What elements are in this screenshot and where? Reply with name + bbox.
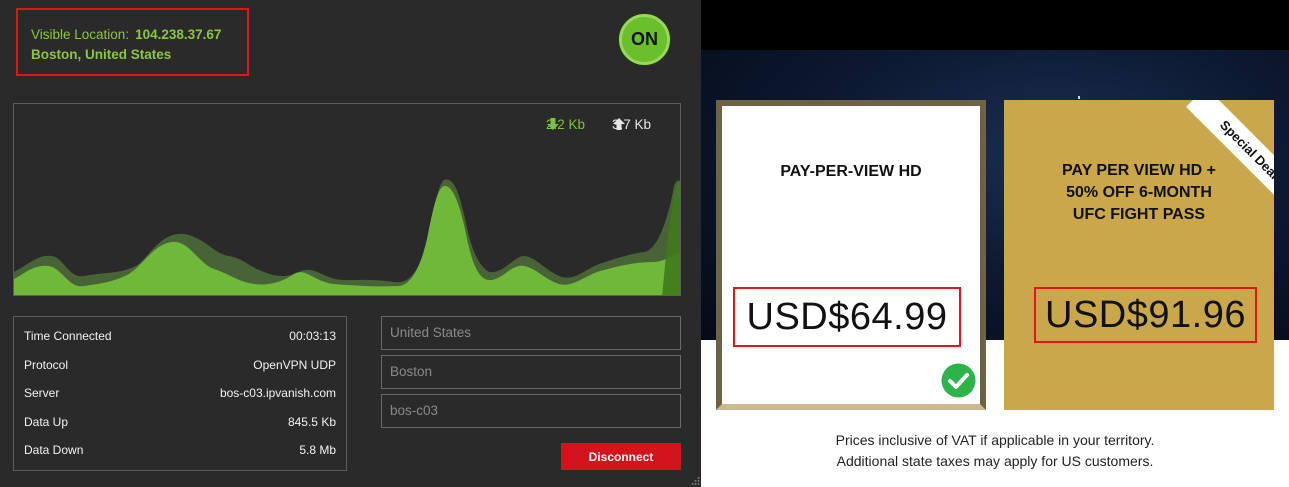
pricing-card-price: USD$91.96 [1034,287,1257,343]
visible-location-line: Visible Location: 104.238.37.67 [31,27,221,42]
price-note-vat: Prices inclusive of VAT if applicable in… [835,432,1155,448]
country-select[interactable]: United States [381,316,681,350]
resize-grip-icon[interactable] [690,476,700,486]
stat-value: 00:03:13 [289,329,336,343]
disconnect-button[interactable]: Disconnect [561,443,681,470]
traffic-graph-chart [14,179,680,295]
price-note-tax: Additional state taxes may apply for US … [836,453,1154,469]
upload-rate: 3.7 Kb [612,117,651,132]
city-select[interactable]: Boston [381,355,681,389]
connection-stats: Time Connected 00:03:13 Protocol OpenVPN… [13,316,347,471]
traffic-graph: 2.2 Kb 3.7 Kb [13,103,681,296]
stat-label: Protocol [24,358,69,372]
selected-check-icon [941,363,976,398]
pricing-card-ppv-hd[interactable]: PAY-PER-VIEW HD USD$64.99 [716,100,986,410]
pricing-card-title-line: 50% OFF 6-MONTH [1066,184,1212,201]
store-header-bar [701,0,1289,50]
pricing-card-title-line: PAY PER VIEW HD + [1062,162,1216,179]
stat-row: Time Connected 00:03:13 [24,329,336,343]
connection-toggle-button[interactable]: ON [619,14,670,65]
stat-value: 845.5 Kb [287,415,336,429]
download-rate: 2.2 Kb [546,117,585,132]
pricing-card-price: USD$64.99 [733,287,961,347]
visible-location-place: Boston, United States [31,47,172,62]
stat-row: Server bos-c03.ipvanish.com [24,386,336,400]
stat-row: Data Down 5.8 Mb [24,443,336,457]
pricing-card-title-line: UFC FIGHT PASS [1072,206,1206,223]
store-panel: PAY-PER-VIEW HD USD$64.99 Special Deal P… [701,0,1289,487]
arrow-up-icon [613,118,625,130]
stat-value: bos-c03.ipvanish.com [219,386,336,400]
stat-row: Protocol OpenVPN UDP [24,358,336,372]
visible-location-label: Visible Location: [31,27,130,42]
stat-label: Time Connected [24,329,112,343]
stat-row: Data Up 845.5 Kb [24,415,336,429]
stat-label: Data Up [24,415,69,429]
pricing-card-title: PAY-PER-VIEW HD [780,163,922,180]
visible-location-box: Visible Location: 104.238.37.67 Boston, U… [16,8,249,76]
visible-ip: 104.238.37.67 [135,27,222,42]
upload-traffic-area [14,179,680,295]
hero-star-decoration [1078,96,1080,99]
vpn-panel: Visible Location: 104.238.37.67 Boston, U… [0,0,701,487]
pricing-card-ppv-fight-pass[interactable]: Special Deal PAY PER VIEW HD + 50% OFF 6… [1004,100,1274,410]
stat-label: Server [24,386,60,400]
stat-value: OpenVPN UDP [253,358,336,372]
stat-label: Data Down [24,443,84,457]
server-select[interactable]: bos-c03 [381,394,681,428]
stat-value: 5.8 Mb [299,443,336,457]
arrow-down-icon [547,118,559,130]
